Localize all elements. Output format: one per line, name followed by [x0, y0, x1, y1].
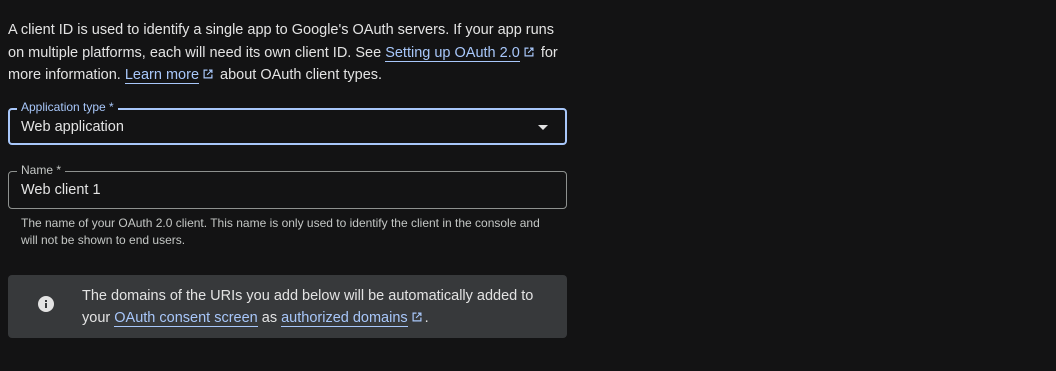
application-type-label: Application type *	[17, 100, 118, 114]
name-hint: The name of your OAuth 2.0 client. This …	[21, 216, 540, 247]
learn-more-link[interactable]: Learn more	[124, 67, 200, 84]
name-label: Name *	[17, 163, 66, 177]
application-type-select[interactable]: Application type * Web application	[8, 100, 567, 145]
oauth-consent-screen-link[interactable]: OAuth consent screen	[114, 310, 258, 327]
authorized-domains-link[interactable]: authorized domains	[281, 310, 408, 327]
setup-oauth-link[interactable]: Setting up OAuth 2.0	[385, 44, 520, 62]
open-in-new-icon[interactable]	[411, 311, 423, 323]
application-type-value: Web application	[21, 119, 124, 135]
name-value[interactable]: Web client 1	[21, 182, 101, 198]
info-icon	[38, 296, 54, 312]
intro-text-3: about OAuth client types.	[216, 67, 383, 83]
info-text-2: as	[257, 310, 282, 326]
info-text-3: .	[424, 310, 429, 326]
arrow-drop-down-icon[interactable]	[538, 125, 548, 130]
open-in-new-icon[interactable]	[202, 68, 214, 80]
name-input[interactable]: Name * Web client 1	[8, 163, 567, 209]
info-text: The domains of the URIs you add below wi…	[82, 285, 552, 329]
info-banner: The domains of the URIs you add below wi…	[8, 275, 567, 338]
intro-paragraph: A client ID is used to identify a single…	[8, 19, 568, 87]
open-in-new-icon[interactable]	[523, 46, 535, 58]
